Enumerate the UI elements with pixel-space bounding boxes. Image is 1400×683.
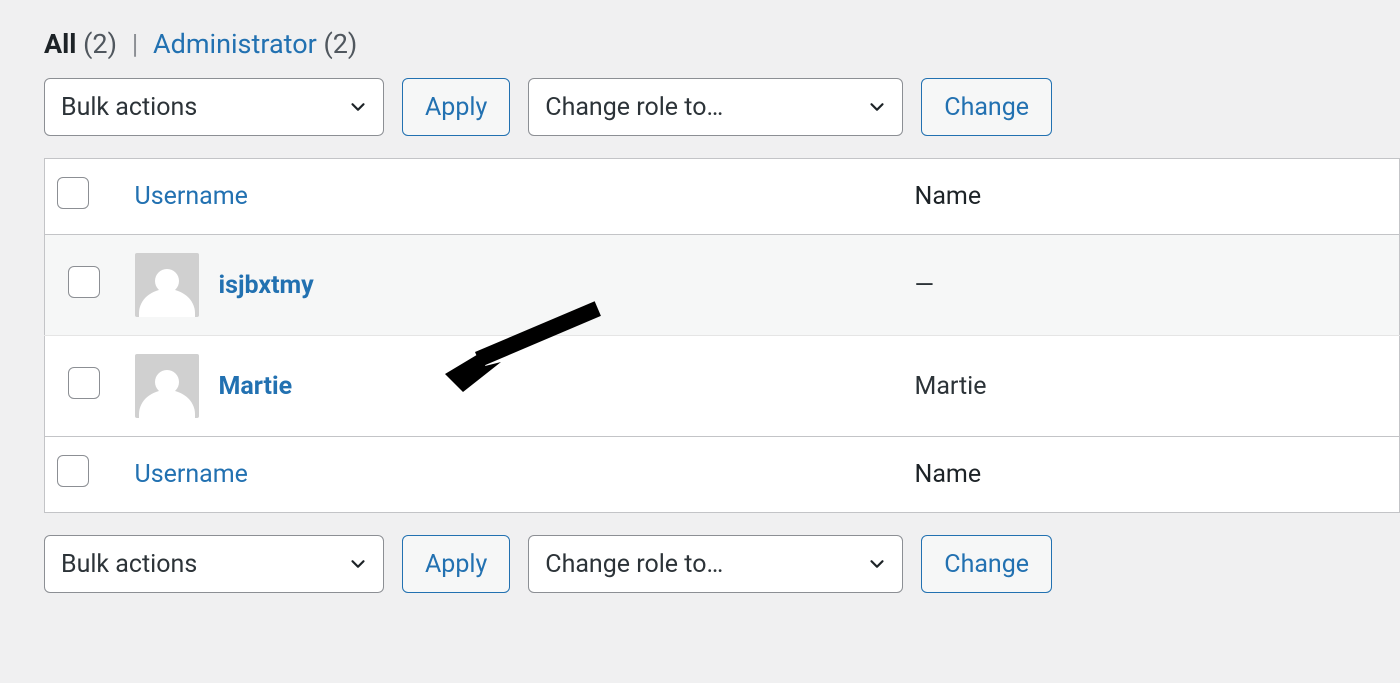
filter-separator: | bbox=[124, 28, 147, 60]
tablenav-bottom: Bulk actions Apply Change role to… Chang… bbox=[44, 535, 1400, 593]
column-name-header: Name bbox=[903, 159, 1400, 235]
apply-label: Apply bbox=[425, 550, 487, 579]
name-cell: Martie bbox=[903, 336, 1400, 437]
filter-admin-count: (2) bbox=[323, 28, 357, 60]
select-all-top-checkbox[interactable] bbox=[57, 177, 89, 209]
name-cell: — bbox=[903, 235, 1400, 336]
column-username-header[interactable]: Username bbox=[135, 182, 248, 211]
user-filter-links: All (2) | Administrator (2) bbox=[44, 28, 1400, 60]
tablenav-top: Bulk actions Apply Change role to… Chang… bbox=[44, 78, 1400, 136]
filter-all-label: All bbox=[44, 28, 76, 60]
column-username-footer[interactable]: Username bbox=[135, 460, 248, 489]
column-name-footer: Name bbox=[903, 437, 1400, 513]
change-role-select-top[interactable]: Change role to… bbox=[528, 78, 903, 136]
username-link[interactable]: isjbxtmy bbox=[219, 271, 314, 300]
row-checkbox[interactable] bbox=[68, 266, 100, 298]
row-checkbox[interactable] bbox=[68, 367, 100, 399]
chevron-down-icon bbox=[347, 553, 369, 575]
chevron-down-icon bbox=[347, 96, 369, 118]
change-button-top[interactable]: Change bbox=[921, 78, 1052, 136]
username-link[interactable]: Martie bbox=[219, 372, 293, 401]
change-role-label: Change role to… bbox=[545, 93, 723, 122]
filter-admin-label: Administrator bbox=[153, 28, 317, 60]
select-all-bottom-checkbox[interactable] bbox=[57, 455, 89, 487]
chevron-down-icon bbox=[866, 553, 888, 575]
change-role-label: Change role to… bbox=[545, 550, 723, 579]
filter-all-count: (2) bbox=[83, 28, 117, 60]
change-button-bottom[interactable]: Change bbox=[921, 535, 1052, 593]
table-row: Martie Martie bbox=[45, 336, 1400, 437]
change-label: Change bbox=[944, 550, 1029, 579]
change-role-select-bottom[interactable]: Change role to… bbox=[528, 535, 903, 593]
bulk-actions-select-bottom[interactable]: Bulk actions bbox=[44, 535, 384, 593]
filter-all[interactable]: All (2) bbox=[44, 28, 124, 60]
bulk-actions-label: Bulk actions bbox=[61, 550, 197, 579]
chevron-down-icon bbox=[866, 96, 888, 118]
bulk-actions-label: Bulk actions bbox=[61, 93, 197, 122]
apply-button-bottom[interactable]: Apply bbox=[402, 535, 510, 593]
avatar bbox=[135, 253, 199, 317]
bulk-actions-select-top[interactable]: Bulk actions bbox=[44, 78, 384, 136]
filter-administrator[interactable]: Administrator (2) bbox=[153, 28, 357, 60]
change-label: Change bbox=[944, 93, 1029, 122]
avatar bbox=[135, 354, 199, 418]
table-row: isjbxtmy — bbox=[45, 235, 1400, 336]
users-table: Username Name isjbxtmy — bbox=[44, 158, 1400, 513]
apply-label: Apply bbox=[425, 93, 487, 122]
apply-button-top[interactable]: Apply bbox=[402, 78, 510, 136]
